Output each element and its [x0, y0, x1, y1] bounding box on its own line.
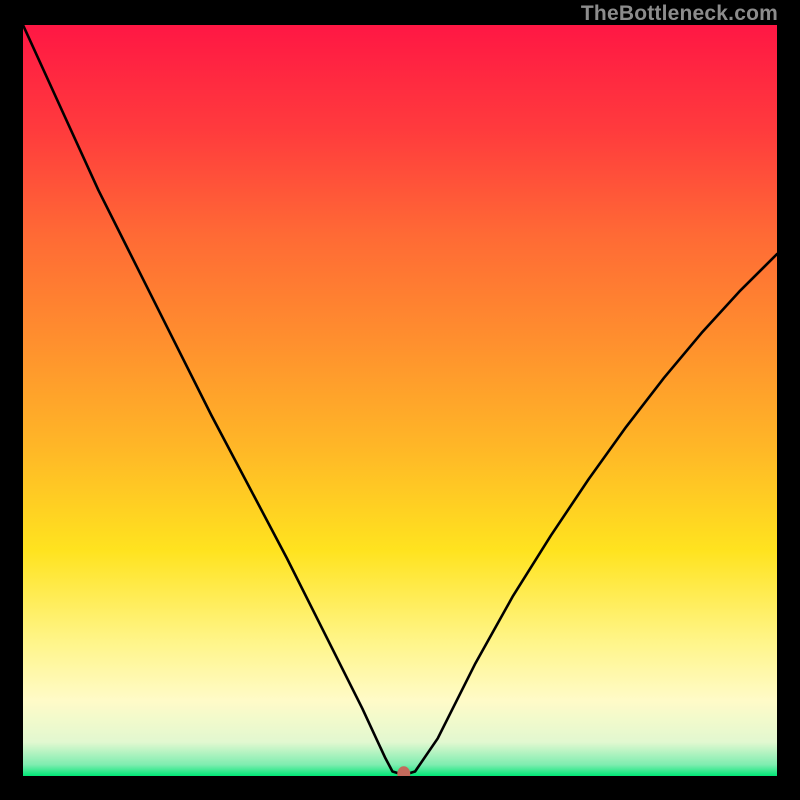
chart-svg — [23, 25, 777, 776]
plot-area — [23, 25, 777, 776]
watermark-text: TheBottleneck.com — [581, 2, 778, 26]
chart-frame: TheBottleneck.com — [0, 0, 800, 800]
gradient-background — [23, 25, 777, 776]
